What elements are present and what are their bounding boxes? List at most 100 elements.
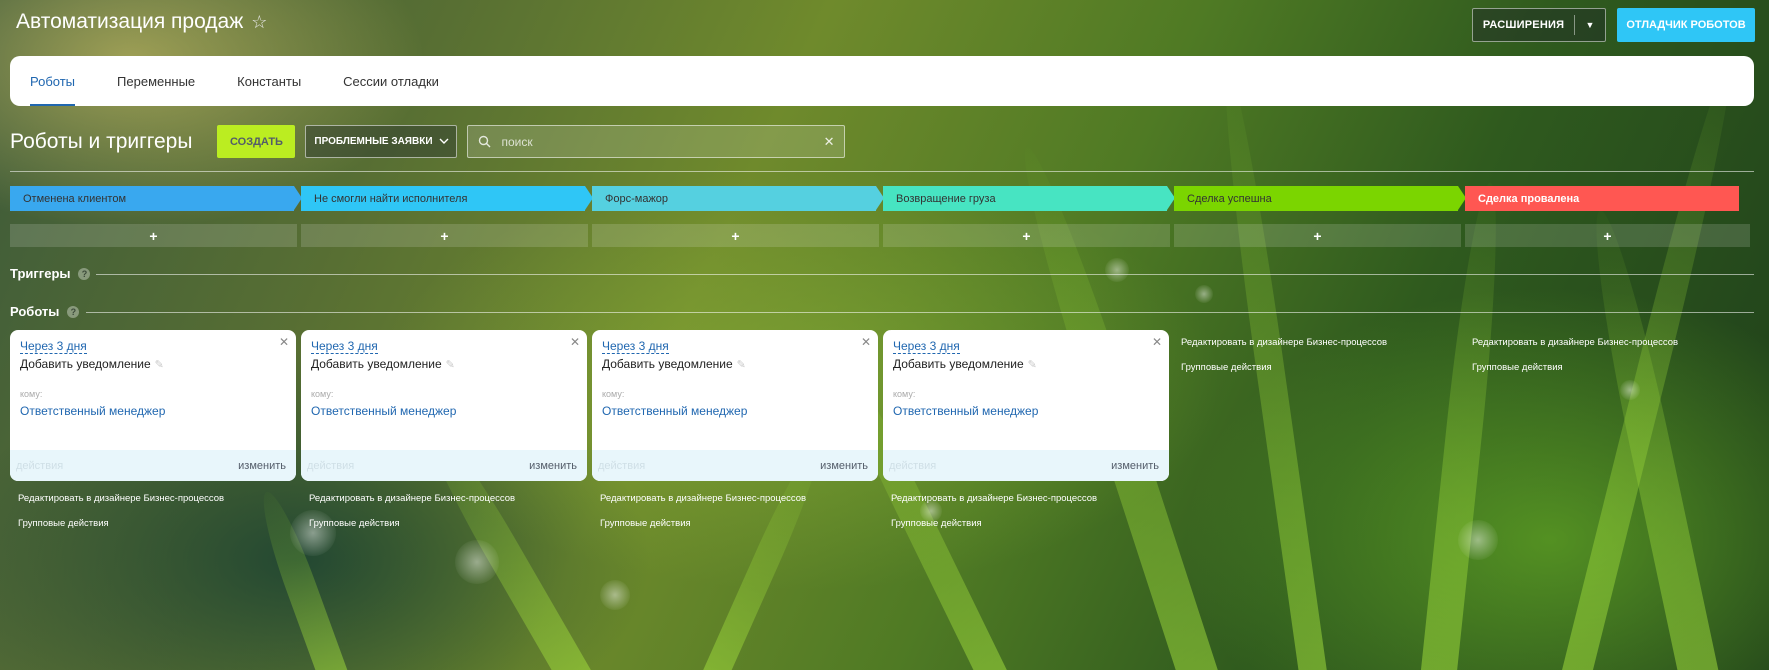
group-actions-link[interactable]: Групповые действия [600,518,691,529]
robot-card[interactable]: ✕ Через 3 дня Добавить уведомление ✎ кому… [301,330,587,481]
robot-title-text: Добавить уведомление [20,357,151,371]
robot-title: Добавить уведомление ✎ [602,357,746,371]
search-input[interactable]: поиск ✕ [467,125,846,158]
stage-label: Форс-мажор [605,192,669,205]
problem-requests-button[interactable]: ПРОБЛЕМНЫЕ ЗАЯВКИ [305,125,458,158]
search-icon [479,135,491,148]
triggers-heading: Триггеры ? [10,266,91,281]
add-robot-button[interactable]: + [10,224,297,247]
help-icon[interactable]: ? [67,305,80,318]
robot-title-text: Добавить уведомление [602,357,733,371]
robots-label: Роботы [10,304,60,319]
close-icon[interactable]: ✕ [279,335,289,349]
robot-card-footer: действия изменить [10,450,296,481]
robot-debugger-button[interactable]: ОТЛАДЧИК РОБОТОВ [1617,8,1755,42]
stage-deal-failed: Сделка провалена [1465,186,1739,211]
edit-in-designer-link[interactable]: Редактировать в дизайнере Бизнес-процесс… [1472,337,1678,348]
chevron-down-icon [439,138,449,144]
page-title: Автоматизация продаж [16,10,244,33]
edit-in-designer-link[interactable]: Редактировать в дизайнере Бизнес-процесс… [18,493,224,504]
edit-robot-button[interactable]: изменить [820,460,868,472]
robot-card[interactable]: ✕ Через 3 дня Добавить уведомление ✎ кому… [592,330,878,481]
robot-card-footer: действия изменить [301,450,587,481]
stage-cargo-return: Возвращение груза [883,186,1175,211]
search-placeholder: поиск [501,134,533,149]
recipient-label: кому: [311,389,334,399]
close-icon[interactable]: ✕ [861,335,871,349]
group-actions-link[interactable]: Групповые действия [1472,362,1563,373]
close-icon[interactable]: ✕ [570,335,580,349]
robot-card[interactable]: ✕ Через 3 дня Добавить уведомление ✎ кому… [10,330,296,481]
robot-delay-link[interactable]: Через 3 дня [893,339,960,354]
stage-cancelled-by-client: Отменена клиентом [10,186,302,211]
add-robot-button[interactable]: + [883,224,1170,247]
actions-label: действия [307,459,355,472]
stage-label: Отменена клиентом [23,192,127,205]
add-robot-button[interactable]: + [301,224,588,247]
stage-no-executor: Не смогли найти исполнителя [301,186,593,211]
group-actions-link[interactable]: Групповые действия [18,518,109,529]
edit-in-designer-link[interactable]: Редактировать в дизайнере Бизнес-процесс… [309,493,515,504]
stages-row: Отменена клиентом Не смогли найти исполн… [10,186,1746,211]
add-robot-row: + + + + + + [10,224,1750,247]
recipient-label: кому: [20,389,43,399]
pencil-icon[interactable]: ✎ [155,358,164,371]
add-robot-button[interactable]: + [592,224,879,247]
help-icon[interactable]: ? [78,267,91,280]
toolbar: Роботы и триггеры СОЗДАТЬ ПРОБЛЕМНЫЕ ЗАЯ… [10,125,846,158]
group-actions-link[interactable]: Групповые действия [309,518,400,529]
divider [10,171,1754,172]
star-icon[interactable]: ☆ [251,12,267,33]
robot-title: Добавить уведомление ✎ [20,357,164,371]
stage-label: Не смогли найти исполнителя [314,192,468,205]
edit-in-designer-link[interactable]: Редактировать в дизайнере Бизнес-процесс… [891,493,1097,504]
tab-robots[interactable]: Роботы [30,56,76,106]
add-robot-button[interactable]: + [1174,224,1461,247]
robot-delay-link[interactable]: Через 3 дня [602,339,669,354]
stage-label: Сделка успешна [1187,192,1272,205]
actions-label: действия [598,459,646,472]
tabs-panel: Роботы Переменные Константы Сессии отлад… [10,56,1754,106]
divider [86,312,1754,313]
recipient-value: Ответственный менеджер [602,404,748,418]
problem-requests-label: ПРОБЛЕМНЫЕ ЗАЯВКИ [314,136,433,147]
section-title: Роботы и триггеры [10,129,193,153]
tab-variables[interactable]: Переменные [117,56,195,106]
chevron-down-icon[interactable]: ▼ [1575,20,1605,30]
tab-constants[interactable]: Константы [237,56,301,106]
recipient-value: Ответственный менеджер [20,404,166,418]
pencil-icon[interactable]: ✎ [1028,358,1037,371]
group-actions-link[interactable]: Групповые действия [1181,362,1272,373]
extensions-button[interactable]: РАСШИРЕНИЯ ▼ [1472,8,1606,42]
robot-title-text: Добавить уведомление [311,357,442,371]
stage-label: Сделка провалена [1478,192,1580,205]
edit-robot-button[interactable]: изменить [529,460,577,472]
page-header: Автоматизация продаж ☆ [16,10,267,34]
actions-label: действия [16,459,64,472]
robot-card-footer: действия изменить [883,450,1169,481]
divider [96,274,1754,275]
triggers-label: Триггеры [10,266,71,281]
robot-title: Добавить уведомление ✎ [893,357,1037,371]
robot-delay-link[interactable]: Через 3 дня [20,339,87,354]
recipient-label: кому: [893,389,916,399]
edit-robot-button[interactable]: изменить [1111,460,1159,472]
robot-card[interactable]: ✕ Через 3 дня Добавить уведомление ✎ кому… [883,330,1169,481]
stage-force-majeure: Форс-мажор [592,186,884,211]
pencil-icon[interactable]: ✎ [737,358,746,371]
robot-cards-row: ✕ Через 3 дня Добавить уведомление ✎ кому… [10,330,1174,481]
pencil-icon[interactable]: ✎ [446,358,455,371]
edit-in-designer-link[interactable]: Редактировать в дизайнере Бизнес-процесс… [600,493,806,504]
tab-debug-sessions[interactable]: Сессии отладки [343,56,439,106]
close-icon[interactable]: ✕ [824,134,835,150]
edit-robot-button[interactable]: изменить [238,460,286,472]
edit-in-designer-link[interactable]: Редактировать в дизайнере Бизнес-процесс… [1181,337,1387,348]
add-robot-button[interactable]: + [1465,224,1750,247]
close-icon[interactable]: ✕ [1152,335,1162,349]
group-actions-link[interactable]: Групповые действия [891,518,982,529]
stage-deal-success: Сделка успешна [1174,186,1466,211]
robot-card-footer: действия изменить [592,450,878,481]
create-button[interactable]: СОЗДАТЬ [217,125,296,158]
robot-delay-link[interactable]: Через 3 дня [311,339,378,354]
recipient-label: кому: [602,389,625,399]
